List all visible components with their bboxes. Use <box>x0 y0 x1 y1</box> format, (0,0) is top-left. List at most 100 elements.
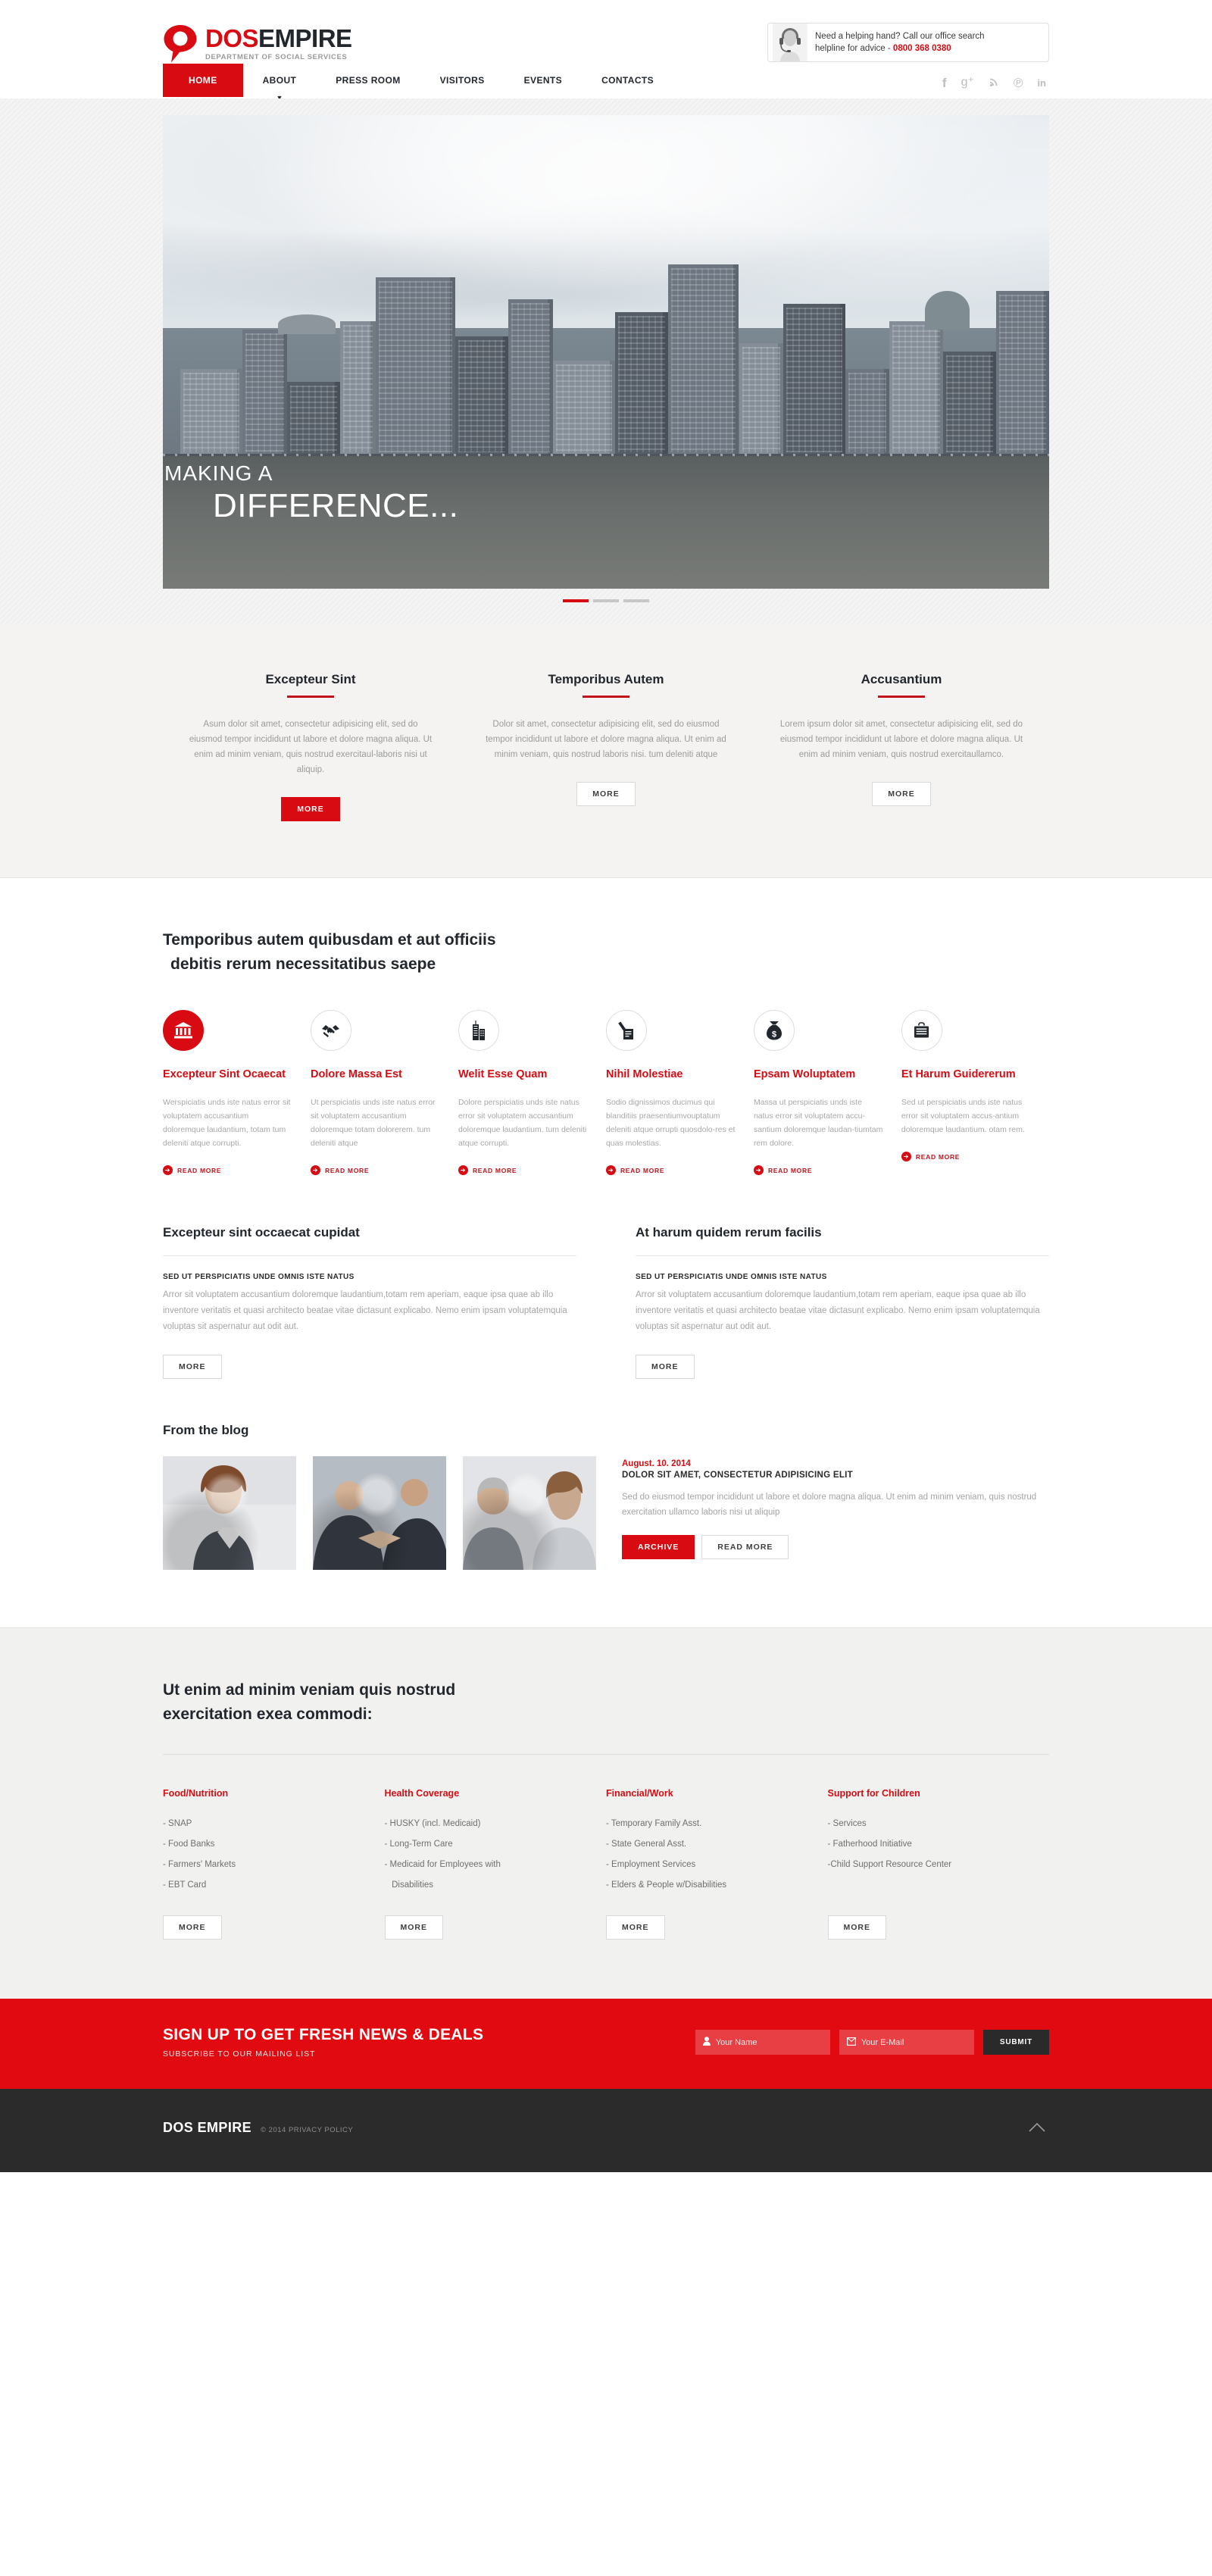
list-item[interactable]: - Temporary Family Asst. <box>606 1814 802 1834</box>
program-column-title: Food/Nutrition <box>163 1788 229 1799</box>
nav-link-home[interactable]: HOME <box>163 64 243 97</box>
service-readmore-link[interactable]: READ MORE <box>310 1165 440 1175</box>
blog-archive-button[interactable]: ARCHIVE <box>622 1535 695 1559</box>
list-item[interactable]: Disabilities <box>385 1875 581 1896</box>
hero-dot-1[interactable] <box>563 599 589 602</box>
service-readmore-link[interactable]: READ MORE <box>605 1165 736 1175</box>
nav-link-about[interactable]: ABOUT <box>243 64 317 97</box>
helpline-phone-number[interactable]: 0800 368 0380 <box>893 44 951 53</box>
nav-link-contacts[interactable]: CONTACTS <box>582 64 673 97</box>
intro-more-button[interactable]: MORE <box>281 797 340 821</box>
services-heading: Temporibus autem quibusdam et aut offici… <box>163 928 1049 977</box>
program-more-button[interactable]: MORE <box>384 1915 443 1940</box>
helpline-box[interactable]: Need a helping hand? Call our office sea… <box>767 23 1049 62</box>
list-item[interactable]: - EBT Card <box>163 1875 359 1896</box>
blog-thumb-couple[interactable] <box>463 1456 596 1570</box>
text-block-subheading: SED UT PERSPICIATIS UNDE OMNIS ISTE NATU… <box>163 1273 355 1281</box>
newsletter-submit-button[interactable]: SUBMIT <box>982 2030 1049 2055</box>
program-column-title: Support for Children <box>827 1788 920 1799</box>
program-column-support-for-children: Support for Children - Services - Father… <box>827 1788 1050 1940</box>
nav-item-events[interactable]: EVENTS <box>504 64 582 97</box>
site-logo[interactable]: DOSEMPIRE DEPARTMENT OF SOCIAL SERVICES <box>163 23 352 64</box>
program-column-financial-work: Financial/Work - Temporary Family Asst. … <box>606 1788 828 1940</box>
hero-section: MAKING A DIFFERENCE... <box>0 98 1212 625</box>
pinterest-icon[interactable]: ℗ <box>1014 77 1023 89</box>
newsletter-email-field[interactable]: Your E-Mail <box>839 2030 974 2055</box>
svg-text:$: $ <box>772 1030 776 1039</box>
site-header: DOSEMPIRE DEPARTMENT OF SOCIAL SERVICES <box>0 0 1212 105</box>
briefcase-icon <box>901 1010 942 1051</box>
intro-more-button[interactable]: MORE <box>576 782 636 806</box>
program-column-food-nutrition: Food/Nutrition - SNAP - Food Banks - Far… <box>163 1788 385 1940</box>
readmore-label: READ MORE <box>177 1166 222 1174</box>
service-readmore-link[interactable]: READ MORE <box>163 1165 292 1175</box>
blog-readmore-button[interactable]: READ MORE <box>701 1535 789 1559</box>
intro-more-button[interactable]: MORE <box>872 782 931 806</box>
hero-dot-3[interactable] <box>623 599 649 602</box>
list-item[interactable]: - Fatherhood Initiative <box>828 1834 1024 1855</box>
text-block-heading: Excepteur sint occaecat cupidat <box>163 1225 360 1240</box>
linkedin-icon[interactable]: in <box>1037 78 1046 88</box>
program-more-button[interactable]: MORE <box>606 1915 665 1940</box>
nav-item-press-room[interactable]: PRESS ROOM <box>316 64 420 97</box>
service-readmore-link[interactable]: READ MORE <box>458 1165 588 1175</box>
chevron-up-icon[interactable] <box>1028 2119 1049 2136</box>
list-item[interactable]: - Medicaid for Employees with <box>385 1855 581 1875</box>
blog-section: From the blog August. 10. 2014 DOLOR SIT… <box>163 1379 1049 1627</box>
nav-item-contacts[interactable]: CONTACTS <box>582 64 673 97</box>
service-card[interactable]: Welit Esse Quam Dolore perspiciatis unds… <box>458 1010 606 1175</box>
service-card[interactable]: $ Epsam Woluptatem Massa ut perspiciatis… <box>753 1010 901 1175</box>
service-title: Welit Esse Quam <box>458 1068 548 1080</box>
service-readmore-link[interactable]: READ MORE <box>901 1152 1031 1161</box>
rss-icon[interactable] <box>989 77 999 89</box>
money-bag-icon: $ <box>753 1010 795 1051</box>
nav-link-events[interactable]: EVENTS <box>504 64 582 97</box>
list-item[interactable]: - Services <box>828 1814 1024 1834</box>
footer-copyright[interactable]: © 2014 PRIVACY POLICY <box>261 2126 353 2134</box>
nav-link-visitors[interactable]: VISITORS <box>420 64 504 97</box>
programs-heading-line-2: exercitation exea commodi: <box>163 1705 373 1723</box>
newsletter-name-field[interactable]: Your Name <box>695 2030 830 2055</box>
service-card[interactable]: Dolore Massa Est Ut perspiciatis unds is… <box>310 1010 458 1175</box>
list-item[interactable]: - Food Banks <box>163 1834 359 1855</box>
list-item[interactable]: - Farmers' Markets <box>163 1855 359 1875</box>
blog-post-title[interactable]: DOLOR SIT AMET, CONSECTETUR ADIPISICING … <box>622 1471 1049 1480</box>
service-card[interactable]: Et Harum Guidererum Sed ut perspiciatis … <box>901 1010 1049 1175</box>
pen-document-icon <box>605 1010 647 1051</box>
list-item[interactable]: - Long-Term Care <box>385 1834 581 1855</box>
newsletter-subheading: SUBSCRIBE TO OUR MAILING LIST <box>163 2049 316 2059</box>
list-item[interactable]: - Elders & People w/Disabilities <box>606 1875 802 1896</box>
text-block: At harum quidem rerum facilis SED UT PER… <box>636 1225 1049 1379</box>
text-block-more-button[interactable]: MORE <box>163 1355 222 1379</box>
nav-item-visitors[interactable]: VISITORS <box>420 64 504 97</box>
list-item[interactable]: - Employment Services <box>606 1855 802 1875</box>
hero-dot-2[interactable] <box>593 599 619 602</box>
text-block-more-button[interactable]: MORE <box>636 1355 695 1379</box>
blog-thumb-woman[interactable] <box>163 1456 296 1570</box>
speech-bubble-logo-icon <box>163 24 198 64</box>
blog-thumb-handshake[interactable] <box>313 1456 446 1570</box>
newsletter-section: SIGN UP TO GET FRESH NEWS & DEALS SUBSCR… <box>0 1999 1212 2089</box>
nav-link-press-room[interactable]: PRESS ROOM <box>316 64 420 97</box>
logo-name-secondary: EMPIRE <box>258 24 352 52</box>
service-card[interactable]: Excepteur Sint Ocaecat Werspiciatis unds… <box>163 1010 311 1175</box>
intro-column: Accusantium Lorem ipsum dolor sit amet, … <box>754 672 1049 821</box>
list-item[interactable]: - State General Asst. <box>606 1834 802 1855</box>
program-more-button[interactable]: MORE <box>163 1915 222 1940</box>
facebook-icon[interactable]: f <box>942 77 947 89</box>
list-item[interactable]: - SNAP <box>163 1814 359 1834</box>
list-item[interactable]: - HUSKY (incl. Medicaid) <box>385 1814 581 1834</box>
list-item[interactable]: -Child Support Resource Center <box>828 1855 1024 1875</box>
nav-item-about[interactable]: ABOUT ▼ <box>243 64 317 102</box>
services-grid: Excepteur Sint Ocaecat Werspiciatis unds… <box>163 1010 1049 1175</box>
arrow-right-icon <box>901 1152 911 1161</box>
two-column-text-section: Excepteur sint occaecat cupidat SED UT P… <box>163 1175 1049 1379</box>
intro-column-title: Temporibus Autem <box>548 672 664 686</box>
nav-item-home[interactable]: HOME <box>163 64 243 97</box>
operator-photo <box>773 23 807 61</box>
google-plus-icon[interactable]: g⁺ <box>961 77 974 89</box>
service-card[interactable]: Nihil Molestiae Sodio dignissimos ducimu… <box>605 1010 754 1175</box>
program-more-button[interactable]: MORE <box>827 1915 886 1940</box>
readmore-label: READ MORE <box>767 1166 813 1174</box>
service-readmore-link[interactable]: READ MORE <box>753 1165 883 1175</box>
